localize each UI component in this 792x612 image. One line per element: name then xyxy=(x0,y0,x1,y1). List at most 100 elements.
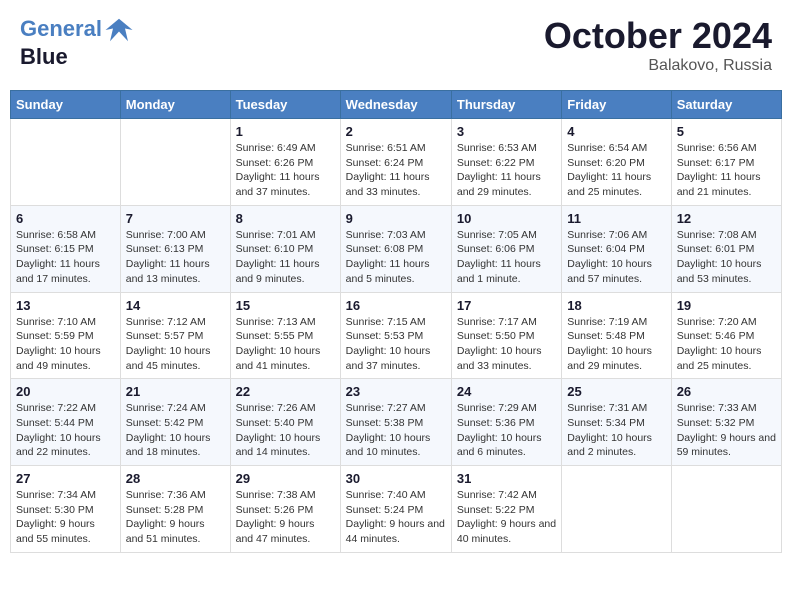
calendar-cell: 21Sunrise: 7:24 AMSunset: 5:42 PMDayligh… xyxy=(120,379,230,466)
logo: General Blue xyxy=(20,15,134,69)
calendar-cell: 18Sunrise: 7:19 AMSunset: 5:48 PMDayligh… xyxy=(562,292,671,379)
day-number: 1 xyxy=(236,124,335,139)
day-number: 2 xyxy=(346,124,446,139)
calendar-cell: 22Sunrise: 7:26 AMSunset: 5:40 PMDayligh… xyxy=(230,379,340,466)
calendar-cell: 26 Sunrise: 7:33 AMSunset: 5:32 PMDayligh… xyxy=(671,379,781,466)
day-of-week-header: Thursday xyxy=(451,91,561,119)
day-info: Sunrise: 6:58 AMSunset: 6:15 PMDaylight:… xyxy=(16,228,115,287)
day-of-week-header: Tuesday xyxy=(230,91,340,119)
day-info: Sunrise: 7:20 AMSunset: 5:46 PMDaylight:… xyxy=(677,315,776,374)
calendar-cell: 13 Sunrise: 7:10 AMSunset: 5:59 PMDayligh… xyxy=(11,292,121,379)
day-info: Sunrise: 6:49 AMSunset: 6:26 PMDaylight:… xyxy=(236,141,335,200)
day-info: Sunrise: 6:54 AMSunset: 6:20 PMDaylight:… xyxy=(567,141,665,200)
title-block: October 2024 Balakovo, Russia xyxy=(544,15,772,75)
day-number: 3 xyxy=(457,124,556,139)
day-info: Sunrise: 7:03 AMSunset: 6:08 PMDaylight:… xyxy=(346,228,446,287)
calendar-cell: 30 Sunrise: 7:40 AMSunset: 5:24 PMDayligh… xyxy=(340,466,451,553)
calendar-cell: 12 Sunrise: 7:08 AMSunset: 6:01 PMDayligh… xyxy=(671,205,781,292)
day-number: 9 xyxy=(346,211,446,226)
location: Balakovo, Russia xyxy=(544,57,772,75)
day-of-week-header: Saturday xyxy=(671,91,781,119)
calendar-cell: 24 Sunrise: 7:29 AMSunset: 5:36 PMDayligh… xyxy=(451,379,561,466)
day-info: Sunrise: 7:13 AMSunset: 5:55 PMDaylight:… xyxy=(236,315,335,374)
day-number: 24 xyxy=(457,384,556,399)
calendar-table: SundayMondayTuesdayWednesdayThursdayFrid… xyxy=(10,90,782,553)
day-number: 26 xyxy=(677,384,776,399)
day-of-week-header: Friday xyxy=(562,91,671,119)
day-info: Sunrise: 7:33 AMSunset: 5:32 PMDaylight:… xyxy=(677,401,776,460)
day-of-week-header: Monday xyxy=(120,91,230,119)
logo-text: General Blue xyxy=(20,15,134,69)
day-number: 30 xyxy=(346,471,446,486)
day-info: Sunrise: 6:56 AMSunset: 6:17 PMDaylight:… xyxy=(677,141,776,200)
day-info: Sunrise: 7:19 AMSunset: 5:48 PMDaylight:… xyxy=(567,315,665,374)
calendar-cell: 9 Sunrise: 7:03 AMSunset: 6:08 PMDaylight… xyxy=(340,205,451,292)
calendar-cell: 10 Sunrise: 7:05 AMSunset: 6:06 PMDayligh… xyxy=(451,205,561,292)
day-number: 8 xyxy=(236,211,335,226)
day-number: 16 xyxy=(346,298,446,313)
day-info: Sunrise: 7:38 AMSunset: 5:26 PMDaylight:… xyxy=(236,488,335,547)
day-number: 13 xyxy=(16,298,115,313)
day-info: Sunrise: 7:22 AMSunset: 5:44 PMDaylight:… xyxy=(16,401,115,460)
day-info: Sunrise: 7:31 AMSunset: 5:34 PMDaylight:… xyxy=(567,401,665,460)
day-number: 20 xyxy=(16,384,115,399)
calendar-cell: 8 Sunrise: 7:01 AMSunset: 6:10 PMDaylight… xyxy=(230,205,340,292)
day-info: Sunrise: 7:08 AMSunset: 6:01 PMDaylight:… xyxy=(677,228,776,287)
calendar-cell: 17 Sunrise: 7:17 AMSunset: 5:50 PMDayligh… xyxy=(451,292,561,379)
day-number: 31 xyxy=(457,471,556,486)
day-info: Sunrise: 7:10 AMSunset: 5:59 PMDaylight:… xyxy=(16,315,115,374)
day-of-week-header: Sunday xyxy=(11,91,121,119)
day-number: 5 xyxy=(677,124,776,139)
day-number: 19 xyxy=(677,298,776,313)
day-number: 23 xyxy=(346,384,446,399)
day-info: Sunrise: 7:40 AMSunset: 5:24 PMDaylight:… xyxy=(346,488,446,547)
day-number: 28 xyxy=(126,471,225,486)
day-info: Sunrise: 6:53 AMSunset: 6:22 PMDaylight:… xyxy=(457,141,556,200)
day-number: 29 xyxy=(236,471,335,486)
calendar-cell xyxy=(671,466,781,553)
calendar-cell: 15 Sunrise: 7:13 AMSunset: 5:55 PMDayligh… xyxy=(230,292,340,379)
calendar-cell: 19 Sunrise: 7:20 AMSunset: 5:46 PMDayligh… xyxy=(671,292,781,379)
calendar-cell: 27Sunrise: 7:34 AMSunset: 5:30 PMDayligh… xyxy=(11,466,121,553)
calendar-cell xyxy=(11,119,121,206)
calendar-cell: 28 Sunrise: 7:36 AMSunset: 5:28 PMDayligh… xyxy=(120,466,230,553)
calendar-cell: 16 Sunrise: 7:15 AMSunset: 5:53 PMDayligh… xyxy=(340,292,451,379)
day-number: 12 xyxy=(677,211,776,226)
day-info: Sunrise: 7:42 AMSunset: 5:22 PMDaylight:… xyxy=(457,488,556,547)
day-info: Sunrise: 7:15 AMSunset: 5:53 PMDaylight:… xyxy=(346,315,446,374)
day-number: 15 xyxy=(236,298,335,313)
day-info: Sunrise: 7:27 AMSunset: 5:38 PMDaylight:… xyxy=(346,401,446,460)
calendar-cell: 31 Sunrise: 7:42 AMSunset: 5:22 PMDayligh… xyxy=(451,466,561,553)
calendar-cell: 3 Sunrise: 6:53 AMSunset: 6:22 PMDaylight… xyxy=(451,119,561,206)
month-title: October 2024 xyxy=(544,15,772,57)
day-info: Sunrise: 7:34 AMSunset: 5:30 PMDaylight:… xyxy=(16,488,115,547)
calendar-cell: 25Sunrise: 7:31 AMSunset: 5:34 PMDayligh… xyxy=(562,379,671,466)
calendar-cell: 5 Sunrise: 6:56 AMSunset: 6:17 PMDaylight… xyxy=(671,119,781,206)
calendar-cell xyxy=(120,119,230,206)
calendar-cell: 2Sunrise: 6:51 AMSunset: 6:24 PMDaylight… xyxy=(340,119,451,206)
calendar-cell: 29 Sunrise: 7:38 AMSunset: 5:26 PMDayligh… xyxy=(230,466,340,553)
day-number: 10 xyxy=(457,211,556,226)
day-number: 11 xyxy=(567,211,665,226)
day-number: 21 xyxy=(126,384,225,399)
day-number: 17 xyxy=(457,298,556,313)
day-info: Sunrise: 7:12 AMSunset: 5:57 PMDaylight:… xyxy=(126,315,225,374)
calendar-cell xyxy=(562,466,671,553)
day-info: Sunrise: 7:00 AMSunset: 6:13 PMDaylight:… xyxy=(126,228,225,287)
calendar-cell: 4 Sunrise: 6:54 AMSunset: 6:20 PMDaylight… xyxy=(562,119,671,206)
calendar-cell: 7Sunrise: 7:00 AMSunset: 6:13 PMDaylight… xyxy=(120,205,230,292)
day-number: 22 xyxy=(236,384,335,399)
calendar-cell: 1 Sunrise: 6:49 AMSunset: 6:26 PMDaylight… xyxy=(230,119,340,206)
day-number: 14 xyxy=(126,298,225,313)
day-info: Sunrise: 7:17 AMSunset: 5:50 PMDaylight:… xyxy=(457,315,556,374)
day-number: 6 xyxy=(16,211,115,226)
day-info: Sunrise: 7:36 AMSunset: 5:28 PMDaylight:… xyxy=(126,488,225,547)
day-info: Sunrise: 7:01 AMSunset: 6:10 PMDaylight:… xyxy=(236,228,335,287)
day-number: 4 xyxy=(567,124,665,139)
calendar-cell: 11 Sunrise: 7:06 AMSunset: 6:04 PMDayligh… xyxy=(562,205,671,292)
day-info: Sunrise: 7:06 AMSunset: 6:04 PMDaylight:… xyxy=(567,228,665,287)
day-info: Sunrise: 7:05 AMSunset: 6:06 PMDaylight:… xyxy=(457,228,556,287)
calendar-cell: 14 Sunrise: 7:12 AMSunset: 5:57 PMDayligh… xyxy=(120,292,230,379)
day-info: Sunrise: 7:29 AMSunset: 5:36 PMDaylight:… xyxy=(457,401,556,460)
header: General Blue October 2024 Balakovo, Russ… xyxy=(10,10,782,80)
